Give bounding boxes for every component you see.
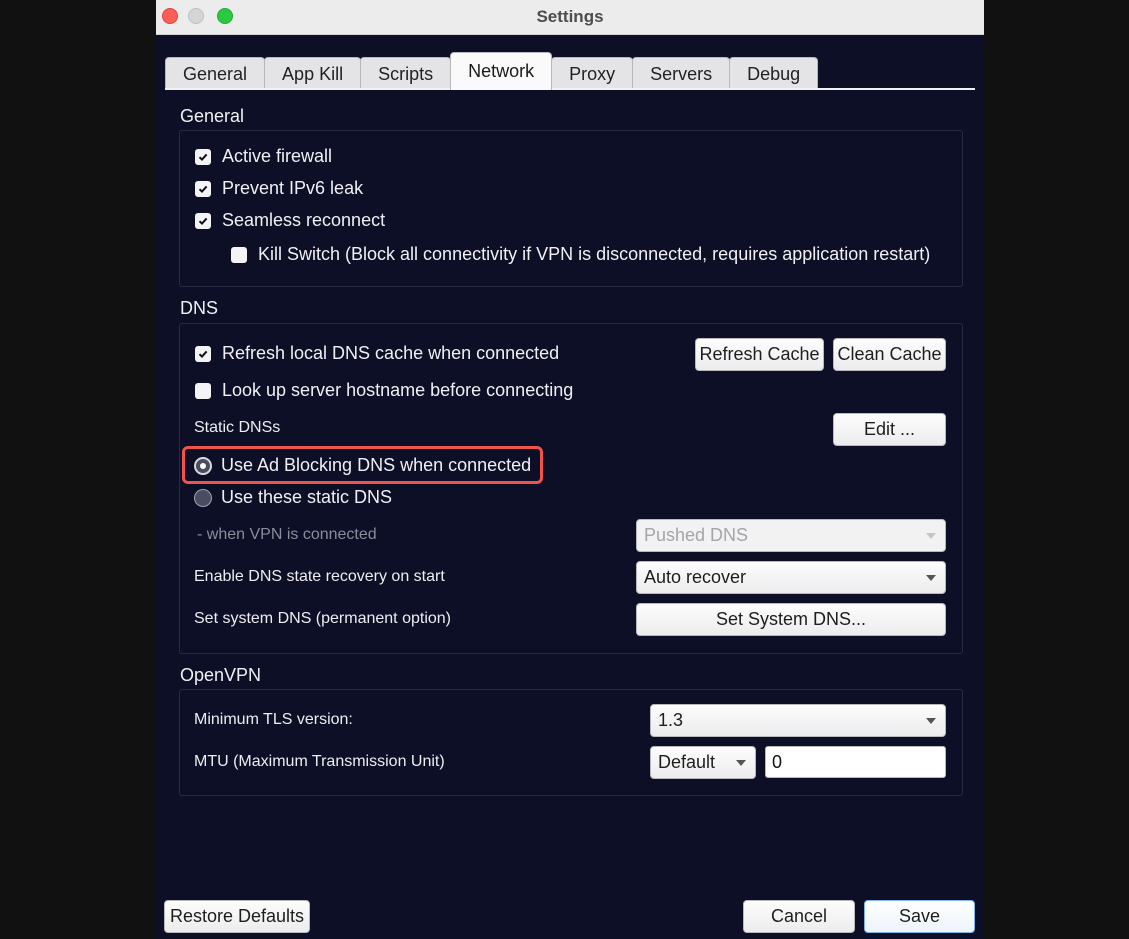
seamless-reconnect-row: Seamless reconnect <box>195 210 385 231</box>
openvpn-section-title: OpenVPN <box>180 665 262 685</box>
dns-state-recovery-select[interactable]: Auto recover <box>636 561 946 594</box>
prevent-ipv6-label: Prevent IPv6 leak <box>222 178 364 198</box>
mtu-label: MTU (Maximum Transmission Unit) <box>194 753 445 770</box>
mtu-input[interactable]: 0 <box>765 746 946 778</box>
when-connected-dns-value: Pushed DNS <box>644 525 749 545</box>
checkmark-icon <box>198 217 208 225</box>
lookup-hostname-label: Look up server hostname before connectin… <box>222 380 574 400</box>
settings-window: Settings General App Kill Scripts Networ… <box>156 0 984 939</box>
kill-switch-row: Kill Switch (Block all connectivity if V… <box>231 244 930 265</box>
active-firewall-row: Active firewall <box>195 146 332 167</box>
static-dns-radio-row: Use these static DNS <box>194 487 392 508</box>
restore-defaults-button[interactable]: Restore Defaults <box>164 900 310 933</box>
tab-app-kill[interactable]: App Kill <box>264 57 362 90</box>
seamless-reconnect-label: Seamless reconnect <box>222 210 386 230</box>
general-section-title: General <box>180 106 245 126</box>
tab-network[interactable]: Network <box>450 52 553 90</box>
clean-cache-button[interactable]: Clean Cache <box>833 338 946 371</box>
set-system-dns-button[interactable]: Set System DNS... <box>636 603 946 636</box>
seamless-reconnect-checkbox[interactable] <box>195 212 211 229</box>
refresh-local-dns-label: Refresh local DNS cache when connected <box>222 343 560 363</box>
min-tls-value: 1.3 <box>658 710 684 730</box>
tab-servers[interactable]: Servers <box>632 57 731 90</box>
min-tls-select[interactable]: 1.3 <box>650 704 946 737</box>
chevron-down-icon <box>926 532 936 539</box>
title-bar: Settings <box>156 0 984 35</box>
lookup-hostname-checkbox[interactable] <box>195 382 211 399</box>
window-title: Settings <box>536 7 604 26</box>
tab-proxy[interactable]: Proxy <box>551 57 634 90</box>
kill-switch-checkbox[interactable] <box>231 246 247 263</box>
ad-blocking-radio-label: Use Ad Blocking DNS when connected <box>221 455 532 475</box>
chevron-down-icon <box>926 717 936 724</box>
min-tls-label: Minimum TLS version: <box>194 711 353 728</box>
prevent-ipv6-checkbox[interactable] <box>195 180 211 197</box>
dns-state-recovery-value: Auto recover <box>644 567 747 587</box>
chevron-down-icon <box>926 574 936 581</box>
tab-general[interactable]: General <box>165 57 266 90</box>
static-dnss-label: Static DNSs <box>194 419 281 436</box>
mtu-select-value: Default <box>658 752 716 772</box>
static-dns-radio[interactable] <box>194 488 212 507</box>
checkmark-icon <box>198 185 208 193</box>
tab-debug[interactable]: Debug <box>729 57 819 90</box>
tab-bar: General App Kill Scripts Network Proxy S… <box>165 52 819 90</box>
save-button[interactable]: Save <box>864 900 975 933</box>
set-system-dns-label: Set system DNS (permanent option) <box>194 610 451 627</box>
ad-blocking-radio-row: Use Ad Blocking DNS when connected <box>194 455 531 476</box>
chevron-down-icon <box>736 759 746 766</box>
when-connected-dns-select[interactable]: Pushed DNS <box>636 519 946 552</box>
tab-scripts[interactable]: Scripts <box>360 57 452 90</box>
edit-static-dns-button[interactable]: Edit ... <box>833 413 946 446</box>
mtu-select[interactable]: Default <box>650 746 756 779</box>
cancel-button[interactable]: Cancel <box>743 900 855 933</box>
active-firewall-label: Active firewall <box>222 146 333 166</box>
refresh-local-dns-row: Refresh local DNS cache when connected <box>195 343 559 364</box>
checkmark-icon <box>198 153 208 161</box>
active-firewall-checkbox[interactable] <box>195 148 211 165</box>
tab-divider <box>165 88 975 90</box>
when-vpn-connected-label: - when VPN is connected <box>197 526 377 543</box>
dns-section-title: DNS <box>180 298 219 318</box>
lookup-hostname-row: Look up server hostname before connectin… <box>195 380 573 401</box>
checkmark-icon <box>198 350 208 358</box>
ad-blocking-radio[interactable] <box>194 456 212 475</box>
static-dns-radio-label: Use these static DNS <box>221 487 393 507</box>
dns-state-recovery-label: Enable DNS state recovery on start <box>194 568 445 585</box>
refresh-cache-button[interactable]: Refresh Cache <box>695 338 824 371</box>
prevent-ipv6-row: Prevent IPv6 leak <box>195 178 363 199</box>
refresh-local-dns-checkbox[interactable] <box>195 345 211 362</box>
kill-switch-label: Kill Switch (Block all connectivity if V… <box>258 244 931 264</box>
